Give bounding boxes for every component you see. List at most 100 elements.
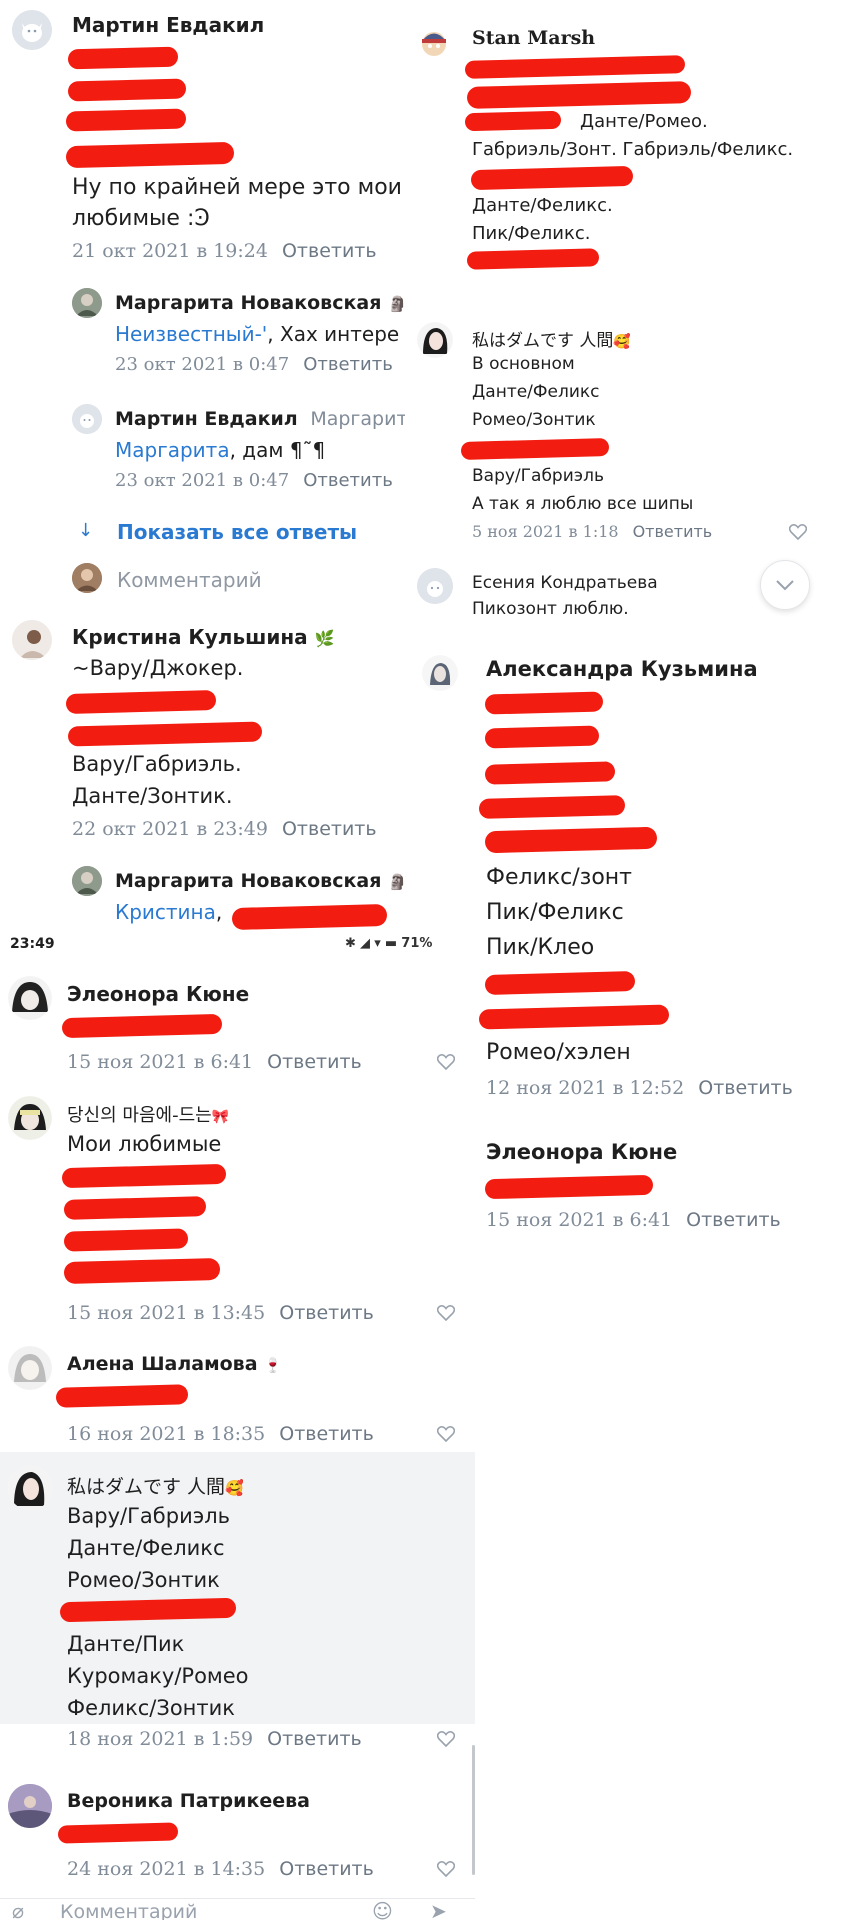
redaction-scribble xyxy=(61,1013,223,1039)
scrollbar[interactable] xyxy=(472,1745,475,1875)
redaction-scribble xyxy=(63,1196,207,1220)
comment-date: 5 ноя 2021 в 1:18 xyxy=(472,522,619,541)
redaction-scribble xyxy=(63,1228,189,1252)
mention-link[interactable]: Кристина xyxy=(115,900,216,924)
comment-author[interactable]: Stan Marsh xyxy=(472,27,595,49)
like-heart-icon[interactable] xyxy=(436,1861,456,1878)
comment-text-line: Данте/Пик xyxy=(67,1632,185,1656)
reply-button[interactable]: Ответить xyxy=(633,522,713,541)
avatar[interactable] xyxy=(417,568,453,604)
avatar[interactable] xyxy=(72,288,102,318)
comment-author[interactable]: Кристина Кульшина 🌿 xyxy=(72,625,335,649)
reply-meta: 23 окт 2021 в 0:47 Ответить xyxy=(115,354,393,375)
comment-author[interactable]: Элеонора Кюне xyxy=(67,982,249,1006)
reply-button[interactable]: Ответить xyxy=(282,240,377,262)
dog-avatar-icon xyxy=(12,10,52,50)
mention-link[interactable]: Маргарита xyxy=(115,438,230,462)
comment-meta: 24 ноя 2021 в 14:35 Ответить xyxy=(67,1858,374,1880)
anime-avatar-icon xyxy=(417,322,453,358)
comment-meta: 5 ноя 2021 в 1:18 Ответить xyxy=(472,522,712,541)
scroll-down-button[interactable] xyxy=(760,560,810,610)
avatar[interactable] xyxy=(8,976,52,1020)
send-icon[interactable]: ➤ xyxy=(430,1899,447,1920)
comment-text-line: Данте/Феликс xyxy=(67,1536,225,1560)
comment-author[interactable]: 당신의 마음에-드는🎀 xyxy=(67,1101,229,1127)
reply-button[interactable]: Ответить xyxy=(303,470,393,491)
comment-author[interactable]: Мартин Евдакил xyxy=(72,13,264,37)
comment-author[interactable]: Есения Кондратьева xyxy=(472,573,658,593)
comment-author[interactable]: 私はダムです 人間🥰 xyxy=(472,326,631,351)
reply-author[interactable]: Мартин Евдакил Маргарите xyxy=(115,408,405,430)
reply-text: Маргарита, дам ¶˜¶ xyxy=(115,438,325,462)
comment-meta: 15 ноя 2021 в 6:41 Ответить xyxy=(67,1051,362,1073)
redaction-scribble xyxy=(67,78,187,102)
reply-meta: 23 окт 2021 в 0:47 Ответить xyxy=(115,470,393,491)
comment-author[interactable]: Алена Шаламова 🍷 xyxy=(67,1353,282,1375)
reply-button[interactable]: Ответить xyxy=(303,354,393,375)
comment-date: 15 ноя 2021 в 6:41 xyxy=(67,1051,254,1073)
redaction-scribble xyxy=(470,165,634,191)
avatar[interactable] xyxy=(12,620,52,660)
comment-date: 12 ноя 2021 в 12:52 xyxy=(486,1077,685,1099)
comment-text-line: Габриэль/Зонт. Габриэль/Феликс. xyxy=(472,139,794,160)
comment-input[interactable]: Комментарий xyxy=(60,1901,197,1920)
reply-button[interactable]: Ответить xyxy=(698,1077,793,1099)
reply-author[interactable]: Маргарита Новаковская 🗿 xyxy=(115,870,405,892)
redaction-scribble xyxy=(484,691,604,715)
like-heart-icon[interactable] xyxy=(788,524,808,541)
comment-text-line: Пик/Феликс. xyxy=(472,223,591,244)
user-avatar-icon xyxy=(72,563,102,593)
comment-date: 16 ноя 2021 в 18:35 xyxy=(67,1423,266,1445)
avatar[interactable] xyxy=(72,866,102,896)
comment-text-line: Данте/Феликс. xyxy=(472,195,613,216)
emoji-icon[interactable]: ☺ xyxy=(372,1899,393,1920)
comment-author[interactable]: Александра Кузьмина xyxy=(486,657,758,681)
avatar[interactable] xyxy=(72,404,102,434)
reply-button[interactable]: Ответить xyxy=(686,1209,781,1231)
status-icons: ✱ ◢ ▾ ▬ 71% xyxy=(345,936,432,951)
reply-button[interactable]: Ответить xyxy=(267,1728,362,1750)
comment-input[interactable]: Комментарий xyxy=(117,568,262,592)
reply-button[interactable]: Ответить xyxy=(279,1858,374,1880)
comment-text-line: Вару/Габриэль xyxy=(472,466,604,486)
redaction-scribble xyxy=(466,248,600,270)
comment-meta: 18 ноя 2021 в 1:59 Ответить xyxy=(67,1728,362,1750)
comment-author[interactable]: Вероника Патрикеева xyxy=(67,1790,310,1812)
mention-link[interactable]: Неизвестный-' xyxy=(115,322,267,346)
comment-author[interactable]: Элеонора Кюне xyxy=(486,1140,677,1164)
avatar[interactable] xyxy=(8,1784,52,1828)
like-heart-icon[interactable] xyxy=(436,1305,456,1322)
wifi-icon: ▾ xyxy=(374,936,381,951)
reply-text: Кристина, xyxy=(115,900,222,924)
redaction-scribble xyxy=(484,761,616,785)
reply-author[interactable]: Маргарита Новаковская 🗿 xyxy=(115,292,405,314)
like-heart-icon[interactable] xyxy=(436,1731,456,1748)
avatar[interactable] xyxy=(417,322,453,358)
avatar[interactable] xyxy=(8,1466,52,1510)
anime-avatar-icon xyxy=(8,976,52,1020)
redaction-scribble xyxy=(484,1174,654,1200)
avatar[interactable] xyxy=(8,1096,52,1140)
comment-text-line: любимые :Ͽ xyxy=(72,206,210,231)
reply-button[interactable]: Ответить xyxy=(267,1051,362,1073)
comment-text-line: ~Вару/Джокер. xyxy=(72,656,244,680)
like-heart-icon[interactable] xyxy=(436,1054,456,1071)
reply-text: Неизвестный-', Хах интере xyxy=(115,322,399,346)
reply-button[interactable]: Ответить xyxy=(279,1302,374,1324)
avatar[interactable] xyxy=(8,1346,52,1390)
avatar xyxy=(72,563,102,593)
like-heart-icon[interactable] xyxy=(436,1426,456,1443)
attachment-icon[interactable]: ⌀ xyxy=(12,1899,24,1920)
redaction-scribble xyxy=(464,55,686,79)
avatar[interactable] xyxy=(417,26,451,60)
reply-button[interactable]: Ответить xyxy=(282,818,377,840)
comment-text-line: Пик/Клео xyxy=(486,935,595,960)
reply-button[interactable]: Ответить xyxy=(279,1423,374,1445)
comment-author-name: 당신의 마음에-드는 xyxy=(67,1105,212,1126)
avatar[interactable] xyxy=(422,655,458,691)
show-all-replies-link[interactable]: Показать все ответы xyxy=(117,520,357,544)
comment-author[interactable]: 私はダムです 人間🥰 xyxy=(67,1472,244,1499)
wine-glass-badge-icon: 🍷 xyxy=(264,1358,282,1374)
comment-date: 24 ноя 2021 в 14:35 xyxy=(67,1858,266,1880)
avatar[interactable] xyxy=(12,10,52,50)
